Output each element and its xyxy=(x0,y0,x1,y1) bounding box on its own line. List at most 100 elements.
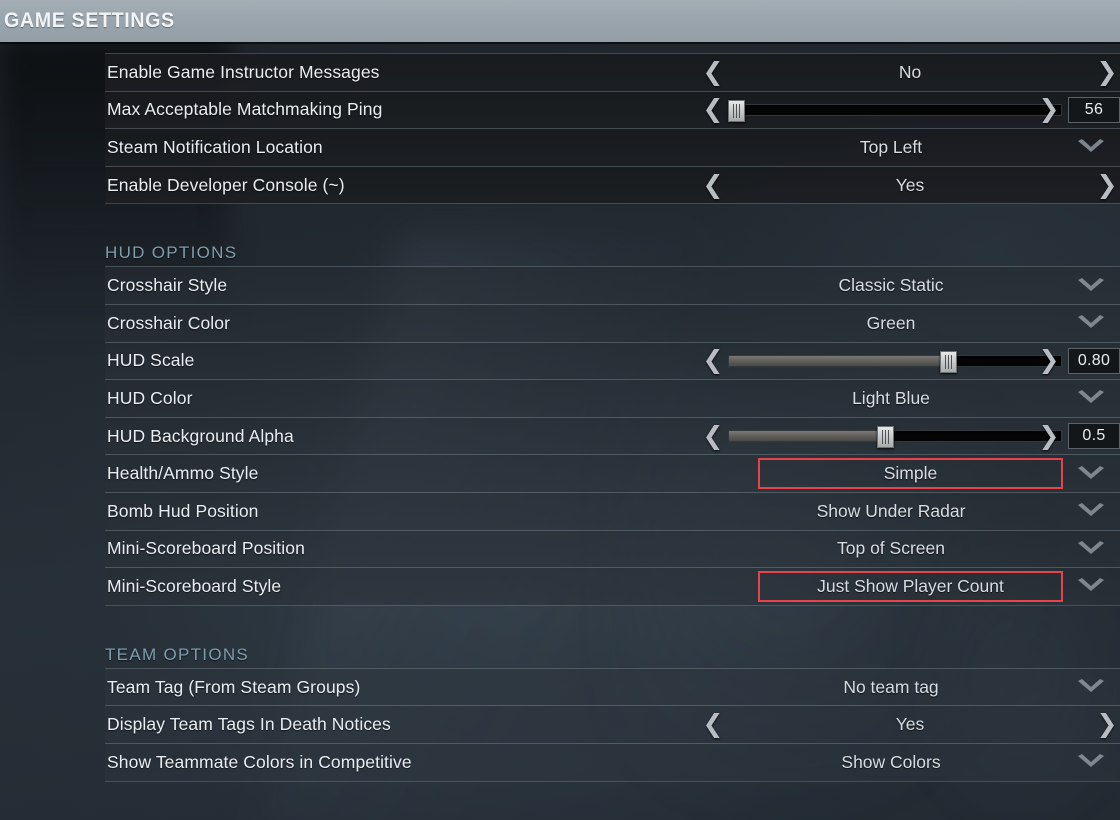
next-value-arrow-icon[interactable]: ❯ xyxy=(1094,706,1120,743)
setting-value: No xyxy=(898,61,922,82)
setting-control: Simple xyxy=(700,455,1120,492)
slider-value-field[interactable]: 56 xyxy=(1068,96,1120,123)
next-value-arrow-icon[interactable]: ❯ xyxy=(1094,54,1120,91)
setting-value: No team tag xyxy=(843,676,939,697)
setting-control: ❮ ❯ 56 xyxy=(700,92,1120,129)
section-title: HUD OPTIONS xyxy=(105,243,238,263)
setting-row-show-teammate-colors-in-competitive[interactable]: Show Teammate Colors in Competitive Show … xyxy=(105,742,1120,782)
slider-track[interactable] xyxy=(727,99,1062,122)
setting-row-bomb-hud-position[interactable]: Bomb Hud Position Show Under Radar xyxy=(105,491,1120,530)
chevron-down-icon[interactable] xyxy=(1074,136,1108,158)
setting-label: Enable Game Instructor Messages xyxy=(107,61,380,82)
setting-row-mini-scoreboard-position[interactable]: Mini-Scoreboard Position Top of Screen xyxy=(105,529,1120,568)
setting-control: Top of Screen xyxy=(700,531,1120,568)
setting-label: Team Tag (From Steam Groups) xyxy=(107,676,361,697)
setting-control: Just Show Player Count xyxy=(700,568,1120,605)
setting-label: Max Acceptable Matchmaking Ping xyxy=(107,99,383,120)
setting-row-display-team-tags-in-death-notices[interactable]: Display Team Tags In Death Notices ❮ Yes ❯ xyxy=(105,705,1120,743)
setting-control: ❮ ❯ 0.80 xyxy=(700,343,1120,380)
setting-value: Show Colors xyxy=(841,751,941,772)
setting-control: ❮ Yes ❯ xyxy=(700,167,1120,204)
setting-value: Yes xyxy=(895,174,925,195)
setting-label: Mini-Scoreboard Position xyxy=(107,538,305,559)
chevron-down-icon[interactable] xyxy=(1074,500,1108,522)
setting-value: Green xyxy=(866,312,916,333)
setting-row-team-tag-from-steam-groups[interactable]: Team Tag (From Steam Groups) No team tag xyxy=(105,667,1120,706)
setting-control: Green xyxy=(700,305,1120,342)
setting-row-enable-developer-console[interactable]: Enable Developer Console (~) ❮ Yes ❯ xyxy=(105,165,1120,204)
slider-handle[interactable] xyxy=(877,426,895,449)
chevron-down-icon[interactable] xyxy=(1074,463,1108,485)
setting-row-steam-notification-location[interactable]: Steam Notification Location Top Left xyxy=(105,128,1120,166)
setting-value: Classic Static xyxy=(838,275,944,296)
setting-row-crosshair-color[interactable]: Crosshair Color Green xyxy=(105,303,1120,342)
setting-value: Show Under Radar xyxy=(816,500,966,521)
setting-slider[interactable] xyxy=(728,426,1062,449)
setting-row-mini-scoreboard-style[interactable]: Mini-Scoreboard Style Just Show Player Co… xyxy=(105,567,1120,606)
setting-value: Light Blue xyxy=(852,387,930,408)
slider-handle[interactable] xyxy=(940,350,958,373)
highlighted-value-box[interactable]: Simple xyxy=(758,458,1063,489)
setting-label: Display Team Tags In Death Notices xyxy=(107,714,391,735)
slider-handle[interactable] xyxy=(727,99,745,122)
setting-control: No team tag xyxy=(700,669,1120,706)
slider-fill xyxy=(729,355,949,366)
slider-track[interactable] xyxy=(728,426,1062,449)
setting-slider[interactable] xyxy=(728,350,1062,373)
setting-control: Top Left xyxy=(700,129,1120,166)
title-bar: GAME SETTINGS xyxy=(0,0,1120,42)
setting-control: ❮ No ❯ xyxy=(700,54,1120,91)
setting-label: HUD Color xyxy=(107,387,193,408)
setting-row-max-acceptable-matchmaking-ping[interactable]: Max Acceptable Matchmaking Ping ❮ ❯ 56 xyxy=(105,90,1120,129)
setting-control: Show Colors xyxy=(700,744,1120,781)
chevron-down-icon[interactable] xyxy=(1074,312,1108,334)
setting-control: ❮ ❯ 0.5 xyxy=(700,418,1120,455)
chevron-down-icon[interactable] xyxy=(1074,575,1108,597)
setting-label: Steam Notification Location xyxy=(107,136,323,157)
chevron-down-icon[interactable] xyxy=(1074,676,1108,698)
setting-label: Show Teammate Colors in Competitive xyxy=(107,751,412,772)
setting-row-hud-scale[interactable]: HUD Scale ❮ ❯ 0.80 xyxy=(105,341,1120,380)
decrement-arrow-icon[interactable]: ❮ xyxy=(700,343,726,380)
setting-label: Bomb Hud Position xyxy=(107,500,259,521)
setting-control: Classic Static xyxy=(700,267,1120,304)
setting-control: ❮ Yes ❯ xyxy=(700,706,1120,743)
setting-slider[interactable] xyxy=(727,99,1062,122)
setting-row-crosshair-style[interactable]: Crosshair Style Classic Static xyxy=(105,266,1120,304)
setting-row-hud-color[interactable]: HUD Color Light Blue xyxy=(105,379,1120,417)
next-value-arrow-icon[interactable]: ❯ xyxy=(1094,167,1120,204)
setting-label: HUD Background Alpha xyxy=(107,425,294,446)
increment-arrow-icon[interactable]: ❯ xyxy=(1036,92,1062,129)
setting-label: Crosshair Color xyxy=(107,312,231,333)
chevron-down-icon[interactable] xyxy=(1074,538,1108,560)
setting-value: Simple xyxy=(883,463,938,484)
setting-value: Just Show Player Count xyxy=(817,575,1004,596)
setting-row-health-ammo-style[interactable]: Health/Ammo Style Simple xyxy=(105,454,1120,492)
decrement-arrow-icon[interactable]: ❮ xyxy=(700,418,726,455)
setting-control: Light Blue xyxy=(700,380,1120,417)
slider-value-field[interactable]: 0.5 xyxy=(1068,423,1120,450)
setting-row-enable-game-instructor-messages[interactable]: Enable Game Instructor Messages ❮ No ❯ xyxy=(105,53,1120,91)
slider-value-field[interactable]: 0.80 xyxy=(1068,347,1120,374)
setting-value: Yes xyxy=(895,714,925,735)
section-header-team: TEAM OPTIONS xyxy=(105,631,1120,668)
increment-arrow-icon[interactable]: ❯ xyxy=(1036,418,1062,455)
setting-label: Crosshair Style xyxy=(107,275,228,296)
slider-track[interactable] xyxy=(728,350,1062,373)
setting-row-hud-background-alpha[interactable]: HUD Background Alpha ❮ ❯ 0.5 xyxy=(105,416,1120,455)
chevron-down-icon[interactable] xyxy=(1074,751,1108,773)
top-spacer xyxy=(0,42,1120,53)
chevron-down-icon[interactable] xyxy=(1074,387,1108,409)
chevron-down-icon[interactable] xyxy=(1074,275,1108,297)
section-title: TEAM OPTIONS xyxy=(105,644,250,664)
slider-fill xyxy=(729,431,886,442)
decrement-arrow-icon[interactable]: ❮ xyxy=(700,92,726,129)
highlighted-value-box[interactable]: Just Show Player Count xyxy=(758,571,1063,602)
game-settings-screen: GAME SETTINGS Enable Game Instructor Mes… xyxy=(0,0,1120,820)
setting-label: Health/Ammo Style xyxy=(107,463,259,484)
increment-arrow-icon[interactable]: ❯ xyxy=(1036,343,1062,380)
settings-list: Enable Game Instructor Messages ❮ No ❯ Max A… xyxy=(0,42,1120,820)
setting-label: HUD Scale xyxy=(107,350,195,371)
